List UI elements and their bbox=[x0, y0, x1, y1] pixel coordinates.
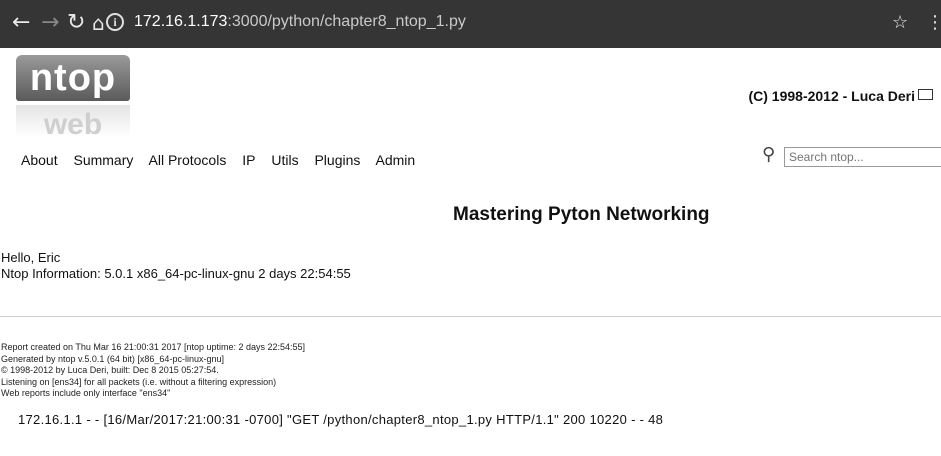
search-input[interactable] bbox=[784, 147, 941, 167]
report-line: Generated by ntop v.5.0.1 (64 bit) [x86_… bbox=[1, 353, 224, 364]
main-nav: About Summary All Protocols IP Utils Plu… bbox=[21, 152, 427, 168]
page-content: ntop web (C) 1998-2012 - Luca Deri About… bbox=[0, 48, 941, 456]
page-title: Mastering Pyton Networking bbox=[453, 204, 710, 225]
nav-item-plugins[interactable]: Plugins bbox=[314, 152, 360, 168]
ntop-logo: ntop web bbox=[16, 55, 130, 137]
bookmark-star-icon[interactable]: ☆ bbox=[892, 9, 908, 37]
back-arrow-icon[interactable]: ← bbox=[12, 9, 30, 37]
url-path: :3000/python/chapter8_ntop_1.py bbox=[227, 13, 466, 30]
menu-dots-icon[interactable]: ⋮ bbox=[926, 9, 941, 37]
address-bar[interactable]: 172.16.1.173:3000/python/chapter8_ntop_1… bbox=[134, 13, 466, 31]
ntop-info-text: Ntop Information: 5.0.1 x86_64-pc-linux-… bbox=[1, 266, 351, 281]
url-host: 172.16.1.173 bbox=[134, 13, 228, 30]
greeting-block: Hello, Eric Ntop Information: 5.0.1 x86_… bbox=[1, 250, 351, 282]
nav-item-admin[interactable]: Admin bbox=[376, 152, 416, 168]
reload-icon[interactable]: ↻ bbox=[67, 9, 85, 37]
nav-item-all-protocols[interactable]: All Protocols bbox=[149, 152, 227, 168]
logo-text: ntop bbox=[16, 55, 130, 101]
home-icon[interactable]: ⌂ bbox=[92, 9, 105, 37]
mail-icon[interactable] bbox=[918, 89, 933, 100]
browser-toolbar: ← → ↻ ⌂ i 172.16.1.173:3000/python/chapt… bbox=[0, 0, 941, 48]
site-info-icon[interactable]: i bbox=[106, 13, 124, 31]
nav-item-about[interactable]: About bbox=[21, 152, 58, 168]
logo-subtext: web bbox=[16, 105, 130, 137]
copyright-text: (C) 1998-2012 - Luca Deri bbox=[748, 88, 915, 104]
greeting-text: Hello, Eric bbox=[1, 250, 61, 265]
divider bbox=[0, 316, 941, 317]
report-line: Report created on Thu Mar 16 21:00:31 20… bbox=[1, 342, 306, 352]
copyright: (C) 1998-2012 - Luca Deri bbox=[748, 88, 933, 104]
report-footer: Report created on Thu Mar 16 21:00:31 20… bbox=[1, 342, 305, 400]
nav-item-ip[interactable]: IP bbox=[242, 152, 255, 168]
access-log-line: 172.16.1.1 - - [16/Mar/2017:21:00:31 -07… bbox=[18, 412, 664, 427]
report-line: © 1998-2012 by Luca Deri, built: Dec 8 2… bbox=[1, 365, 219, 375]
report-line: Listening on [ens34] for all packets (i.… bbox=[1, 376, 277, 387]
nav-item-summary[interactable]: Summary bbox=[73, 152, 133, 168]
forward-arrow-icon[interactable]: → bbox=[41, 9, 59, 37]
report-line: Web reports include only interface "ens3… bbox=[1, 388, 171, 398]
nav-item-utils[interactable]: Utils bbox=[271, 152, 298, 168]
search-icon: ⚲ bbox=[762, 144, 776, 165]
